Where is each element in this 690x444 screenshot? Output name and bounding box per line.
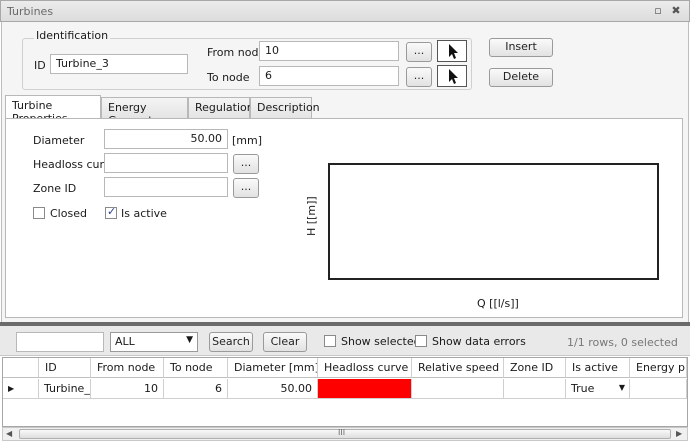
id-label: ID: [34, 59, 46, 72]
to-node-browse-button[interactable]: ...: [406, 67, 432, 87]
horizontal-scrollbar[interactable]: ◀ III ▶: [2, 427, 688, 441]
tab-regulation[interactable]: Regulation: [188, 97, 254, 118]
scroll-left-icon[interactable]: ◀: [6, 429, 12, 438]
closed-checkbox[interactable]: [33, 207, 45, 219]
to-node-label: To node: [207, 71, 250, 84]
search-button[interactable]: Search: [209, 332, 253, 352]
cursor-arrow-icon: [449, 44, 458, 59]
table-cell-energy-price[interactable]: [630, 379, 687, 399]
filter-select[interactable]: ALL ▼: [110, 332, 198, 352]
show-selected-checkbox[interactable]: [324, 335, 336, 347]
tab-turbine-properties[interactable]: Turbine Properties: [5, 95, 101, 125]
column-header-relative-speed[interactable]: Relative speed: [412, 358, 504, 378]
from-node-pick-button[interactable]: [437, 40, 467, 62]
table-cell-diameter[interactable]: 50.00: [228, 379, 318, 399]
from-node-label: From node: [207, 46, 266, 59]
filter-select-value: ALL: [115, 335, 135, 348]
chevron-down-icon[interactable]: ▼: [619, 383, 625, 392]
table-cell-zone-id[interactable]: [504, 379, 566, 399]
diameter-input[interactable]: 50.00: [104, 129, 228, 149]
table-cell-id[interactable]: Turbine_3: [39, 379, 91, 399]
show-data-errors-checkbox[interactable]: [415, 335, 427, 347]
turbines-grid: ID From node To node Diameter [mm] Headl…: [2, 357, 688, 427]
identification-group-label: Identification: [34, 29, 111, 42]
chevron-down-icon: ▼: [186, 335, 193, 345]
grid-row-header-corner: [3, 358, 39, 378]
is-active-checkbox[interactable]: [105, 205, 117, 219]
filter-search-input[interactable]: [16, 332, 104, 352]
headloss-curve-chart: [328, 163, 659, 280]
column-header-to-node[interactable]: To node: [164, 358, 228, 378]
window-titlebar: Turbines ▫ ✖: [0, 0, 690, 22]
restore-icon[interactable]: ▫: [651, 4, 665, 18]
id-input[interactable]: Turbine_3: [50, 54, 188, 74]
delete-button[interactable]: Delete: [489, 68, 553, 87]
column-header-energy-price[interactable]: Energy price: [630, 358, 687, 378]
table-cell-from-node[interactable]: 10: [91, 379, 164, 399]
chart-x-axis-label: Q [[l/s]]: [477, 297, 519, 310]
show-selected-label: Show selected: [341, 335, 421, 348]
headloss-browse-button[interactable]: ...: [233, 154, 259, 174]
scrollbar-grip: III: [338, 428, 346, 437]
scrollbar-thumb[interactable]: III: [19, 428, 671, 439]
close-icon[interactable]: ✖: [669, 4, 683, 18]
zone-id-label: Zone ID: [33, 182, 77, 195]
clear-button[interactable]: Clear: [263, 332, 307, 352]
table-cell-relative-speed[interactable]: [412, 379, 504, 399]
column-header-id[interactable]: ID: [39, 358, 91, 378]
diameter-unit: [mm]: [232, 134, 263, 147]
column-header-from-node[interactable]: From node: [91, 358, 164, 378]
headloss-curve-input[interactable]: [104, 153, 228, 173]
zone-id-input[interactable]: [104, 177, 228, 197]
row-indicator-icon[interactable]: ▶: [3, 379, 39, 399]
zone-browse-button[interactable]: ...: [233, 178, 259, 198]
tab-description[interactable]: Description: [250, 97, 320, 118]
row-status: 1/1 rows, 0 selected: [567, 336, 678, 349]
window-title: Turbines: [7, 5, 54, 18]
insert-button[interactable]: Insert: [489, 38, 553, 57]
to-node-input[interactable]: 6: [259, 66, 399, 86]
tab-energy-generate[interactable]: Energy Generate: [101, 97, 188, 127]
table-cell-headloss-curve[interactable]: [318, 379, 412, 399]
table-cell-to-node[interactable]: 6: [164, 379, 228, 399]
scroll-right-icon[interactable]: ▶: [676, 429, 682, 438]
is-active-label: Is active: [121, 207, 167, 220]
diameter-label: Diameter: [33, 134, 85, 147]
column-header-zone-id[interactable]: Zone ID: [504, 358, 566, 378]
from-node-input[interactable]: 10: [259, 41, 399, 61]
to-node-pick-button[interactable]: [437, 65, 467, 87]
column-header-diameter[interactable]: Diameter [mm]: [228, 358, 318, 378]
table-cell-is-active[interactable]: True ▼: [566, 379, 630, 399]
chart-y-axis-label: H [[m]]: [305, 196, 318, 236]
show-data-errors-label: Show data errors: [432, 335, 526, 348]
column-header-is-active[interactable]: Is active: [566, 358, 630, 378]
is-active-value: True: [571, 382, 595, 395]
cursor-arrow-icon: [449, 69, 458, 84]
from-node-browse-button[interactable]: ...: [406, 42, 432, 62]
column-header-headloss-curve[interactable]: Headloss curve: [318, 358, 412, 378]
closed-label: Closed: [50, 207, 87, 220]
